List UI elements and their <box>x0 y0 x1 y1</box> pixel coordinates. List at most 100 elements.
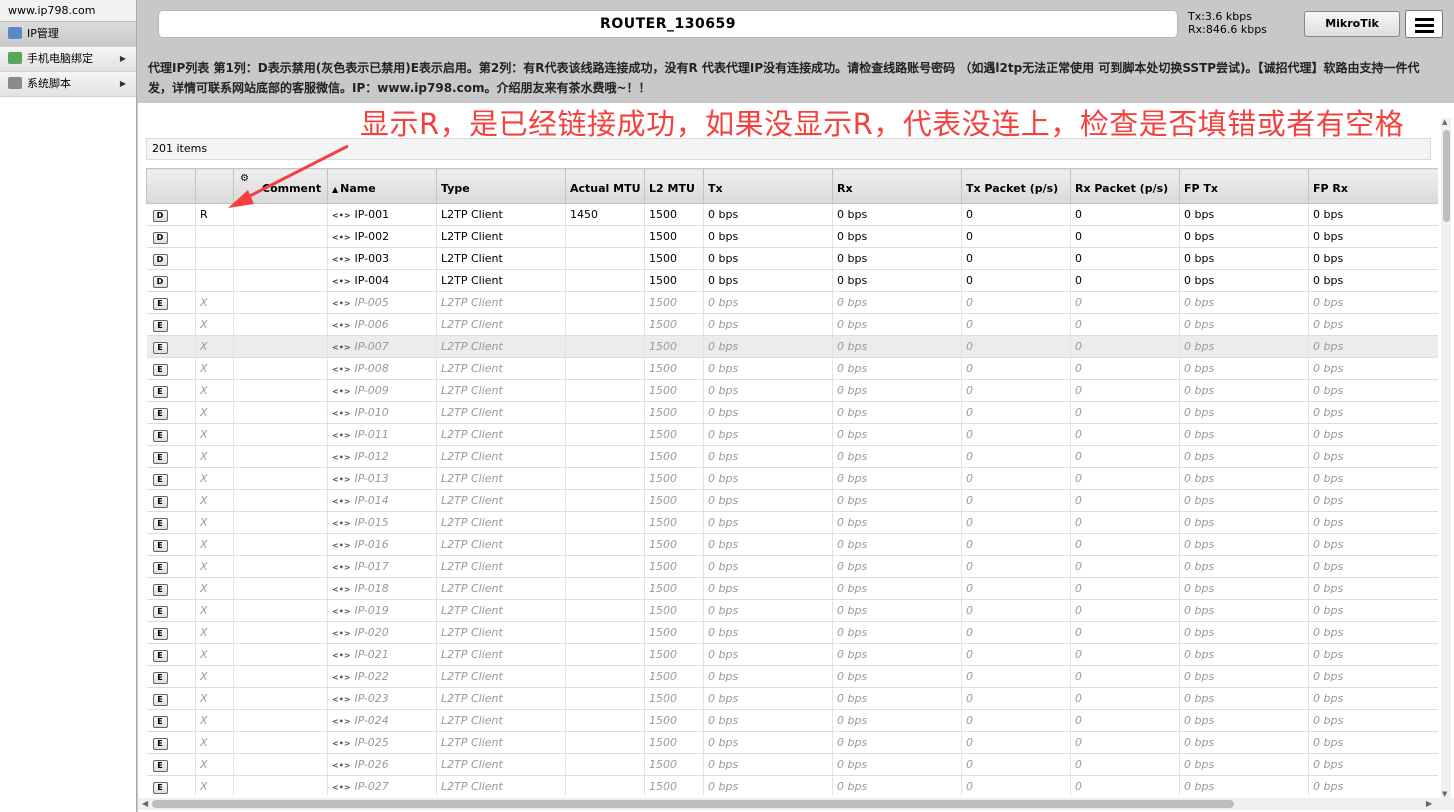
row-rx: 0 bps <box>832 335 962 358</box>
row-rx-packet: 0 <box>1070 225 1180 248</box>
col-tx-header[interactable]: Tx <box>703 168 833 204</box>
toggle-enable-button[interactable]: E <box>152 737 168 750</box>
table-row[interactable]: E X <•> IP-023 L2TP Client 1500 0 bps 0 bps 0 0 0 … <box>146 687 1438 710</box>
row-rx-packet: 0 <box>1070 247 1180 270</box>
table-row[interactable]: D <•> IP-002 L2TP Client 1500 0 bps 0 bps 0 0 0 b… <box>146 225 1438 248</box>
table-row[interactable]: E X <•> IP-016 L2TP Client 1500 0 bps 0 bps 0 0 0 … <box>146 533 1438 556</box>
table-row[interactable]: E X <•> IP-021 L2TP Client 1500 0 bps 0 bps 0 0 0 … <box>146 643 1438 666</box>
toggle-enable-button[interactable]: E <box>152 451 168 464</box>
table-row[interactable]: E X <•> IP-011 L2TP Client 1500 0 bps 0 bps 0 0 0 … <box>146 423 1438 446</box>
sidebar-item-2[interactable]: 系统脚本 ▶ <box>0 72 136 97</box>
toggle-enable-button[interactable]: E <box>152 473 168 486</box>
scroll-left-icon[interactable]: ◀ <box>142 798 148 810</box>
col-actual-mtu-header[interactable]: Actual MTU <box>565 168 645 204</box>
table-row[interactable]: E X <•> IP-012 L2TP Client 1500 0 bps 0 bps 0 0 0 … <box>146 445 1438 468</box>
col-rx-packet-header[interactable]: Rx Packet (p/s) <box>1070 168 1180 204</box>
toggle-enable-button[interactable]: E <box>152 517 168 530</box>
toggle-enable-button[interactable]: D <box>152 253 168 266</box>
row-flag-cell: E <box>146 753 196 776</box>
col-flag-header[interactable] <box>146 168 196 204</box>
table-row[interactable]: E X <•> IP-014 L2TP Client 1500 0 bps 0 bps 0 0 0 … <box>146 489 1438 512</box>
col-fp-tx-header[interactable]: FP Tx <box>1179 168 1309 204</box>
toggle-enable-button[interactable]: E <box>152 495 168 508</box>
table-row[interactable]: E X <•> IP-024 L2TP Client 1500 0 bps 0 bps 0 0 0 … <box>146 709 1438 732</box>
row-fp-rx: 0 bps <box>1308 357 1438 380</box>
row-name: IP-013 <box>354 472 389 485</box>
row-l2-mtu: 1500 <box>644 313 704 336</box>
toggle-enable-button[interactable]: E <box>152 561 168 574</box>
col-tx-packet-header[interactable]: Tx Packet (p/s) <box>961 168 1071 204</box>
table-row[interactable]: E X <•> IP-020 L2TP Client 1500 0 bps 0 bps 0 0 0 … <box>146 621 1438 644</box>
col-l2-mtu-header[interactable]: L2 MTU <box>644 168 704 204</box>
toggle-enable-button[interactable]: D <box>152 275 168 288</box>
toggle-enable-button[interactable]: E <box>152 583 168 596</box>
toggle-enable-button[interactable]: E <box>152 407 168 420</box>
toggle-enable-button[interactable]: E <box>152 759 168 772</box>
table-row[interactable]: E X <•> IP-013 L2TP Client 1500 0 bps 0 bps 0 0 0 … <box>146 467 1438 490</box>
toggle-enable-button[interactable]: E <box>152 297 168 310</box>
table-row[interactable]: E X <•> IP-008 L2TP Client 1500 0 bps 0 bps 0 0 0 … <box>146 357 1438 380</box>
toggle-enable-button[interactable]: E <box>152 341 168 354</box>
vertical-scrollbar[interactable]: ▲ ▼ <box>1441 118 1451 798</box>
row-rx-packet: 0 <box>1070 621 1180 644</box>
table-row[interactable]: E X <•> IP-019 L2TP Client 1500 0 bps 0 bps 0 0 0 … <box>146 599 1438 622</box>
row-type: L2TP Client <box>436 423 566 446</box>
table-row[interactable]: E X <•> IP-025 L2TP Client 1500 0 bps 0 bps 0 0 0 … <box>146 731 1438 754</box>
table-row[interactable]: E X <•> IP-010 L2TP Client 1500 0 bps 0 bps 0 0 0 … <box>146 401 1438 424</box>
col-fp-rx-header[interactable]: FP Rx <box>1308 168 1438 204</box>
row-tx: 0 bps <box>703 599 833 622</box>
toggle-enable-button[interactable]: E <box>152 539 168 552</box>
horizontal-scrollbar[interactable]: ◀ ▶ <box>138 798 1454 810</box>
toggle-enable-button[interactable]: E <box>152 429 168 442</box>
col-rx-header[interactable]: Rx <box>832 168 962 204</box>
row-type: L2TP Client <box>436 269 566 292</box>
row-rx: 0 bps <box>832 445 962 468</box>
toggle-enable-button[interactable]: E <box>152 671 168 684</box>
table-row[interactable]: D <•> IP-003 L2TP Client 1500 0 bps 0 bps 0 0 0 b… <box>146 247 1438 270</box>
table-row[interactable]: E X <•> IP-015 L2TP Client 1500 0 bps 0 bps 0 0 0 … <box>146 511 1438 534</box>
row-status: X <box>195 709 234 732</box>
row-fp-rx: 0 bps <box>1308 445 1438 468</box>
table-row[interactable]: E X <•> IP-007 L2TP Client 1500 0 bps 0 bps 0 0 0 … <box>146 335 1438 358</box>
row-comment <box>233 357 328 380</box>
toggle-enable-button[interactable]: D <box>152 231 168 244</box>
toggle-enable-button[interactable]: E <box>152 627 168 640</box>
scroll-up-icon[interactable]: ▲ <box>1442 118 1447 126</box>
toggle-enable-button[interactable]: E <box>152 605 168 618</box>
scroll-down-icon[interactable]: ▼ <box>1442 790 1447 798</box>
toggle-enable-button[interactable]: E <box>152 363 168 376</box>
site-url: www.ip798.com <box>0 0 136 22</box>
row-tx: 0 bps <box>703 269 833 292</box>
row-tx-packet: 0 <box>961 643 1071 666</box>
table-row[interactable]: E X <•> IP-009 L2TP Client 1500 0 bps 0 bps 0 0 0 … <box>146 379 1438 402</box>
sidebar-item-0[interactable]: IP管理 <box>0 22 136 47</box>
table-row[interactable]: E X <•> IP-022 L2TP Client 1500 0 bps 0 bps 0 0 0 … <box>146 665 1438 688</box>
vertical-scroll-thumb[interactable] <box>1443 130 1450 222</box>
row-fp-rx: 0 bps <box>1308 577 1438 600</box>
table-row[interactable]: E X <•> IP-005 L2TP Client 1500 0 bps 0 bps 0 0 0 … <box>146 291 1438 314</box>
row-tx: 0 bps <box>703 643 833 666</box>
toggle-enable-button[interactable]: E <box>152 319 168 332</box>
toggle-enable-button[interactable]: E <box>152 693 168 706</box>
table-row[interactable]: E X <•> IP-018 L2TP Client 1500 0 bps 0 bps 0 0 0 … <box>146 577 1438 600</box>
hamburger-menu-button[interactable] <box>1405 10 1443 38</box>
mikrotik-button[interactable]: MikroTik <box>1304 11 1400 37</box>
horizontal-scroll-thumb[interactable] <box>152 800 1234 808</box>
row-fp-rx: 0 bps <box>1308 335 1438 358</box>
toggle-enable-button[interactable]: E <box>152 385 168 398</box>
sidebar-item-1[interactable]: 手机电脑绑定 ▶ <box>0 47 136 72</box>
table-row[interactable]: D <•> IP-004 L2TP Client 1500 0 bps 0 bps 0 0 0 b… <box>146 269 1438 292</box>
table-row[interactable]: E X <•> IP-027 L2TP Client 1500 0 bps 0 bps 0 0 0 … <box>146 775 1438 796</box>
row-flag-cell: E <box>146 291 196 314</box>
table-row[interactable]: E X <•> IP-017 L2TP Client 1500 0 bps 0 bps 0 0 0 … <box>146 555 1438 578</box>
table-row[interactable]: E X <•> IP-006 L2TP Client 1500 0 bps 0 bps 0 0 0 … <box>146 313 1438 336</box>
toggle-enable-button[interactable]: E <box>152 715 168 728</box>
scroll-right-icon[interactable]: ▶ <box>1426 798 1432 810</box>
row-rx-packet: 0 <box>1070 599 1180 622</box>
col-type-header[interactable]: Type <box>436 168 566 204</box>
toggle-enable-button[interactable]: D <box>152 209 168 222</box>
table-row[interactable]: E X <•> IP-026 L2TP Client 1500 0 bps 0 bps 0 0 0 … <box>146 753 1438 776</box>
toggle-enable-button[interactable]: E <box>152 649 168 662</box>
row-type: L2TP Client <box>436 401 566 424</box>
toggle-enable-button[interactable]: E <box>152 781 168 794</box>
